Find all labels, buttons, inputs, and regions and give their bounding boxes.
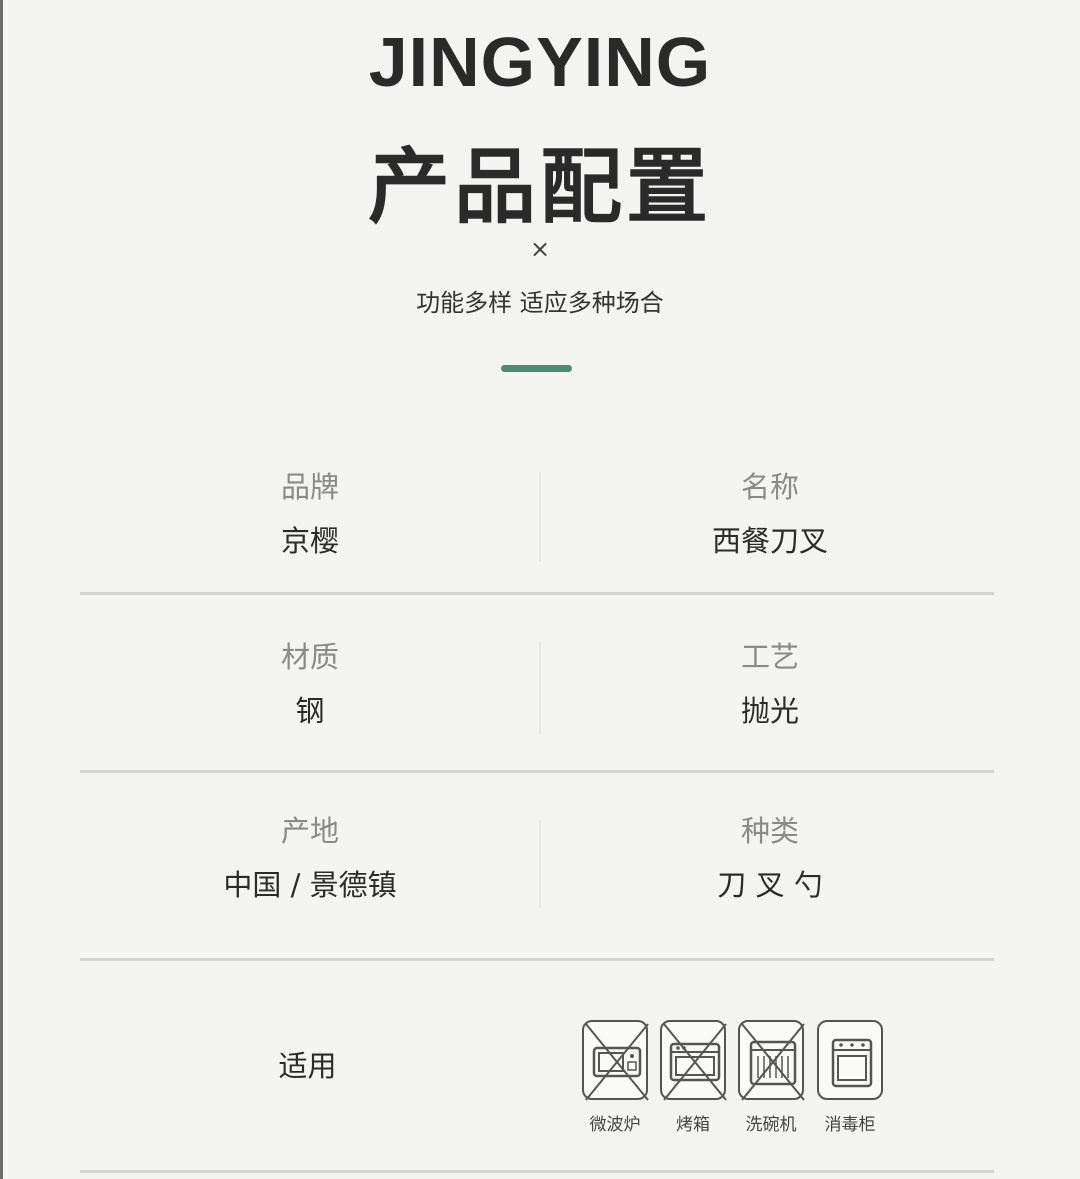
spec-material: 材质 钢 — [80, 640, 540, 728]
spec-process: 工艺 抛光 — [540, 640, 1000, 728]
separator-cross: × — [529, 235, 551, 263]
appliance-oven: 烤箱 — [658, 1020, 728, 1135]
appliance-label: 消毒柜 — [824, 1115, 876, 1135]
spec-value: 京樱 — [280, 524, 339, 558]
accent-bar — [501, 365, 572, 372]
sterilizer-cabinet-icon — [831, 1038, 873, 1088]
column-divider — [539, 642, 541, 734]
spec-label: 工艺 — [740, 640, 799, 674]
appliance-dishwasher: 洗碗机 — [736, 1020, 806, 1135]
row-divider — [80, 958, 994, 961]
spec-origin: 产地 中国 / 景德镇 — [80, 814, 540, 902]
appliance-label: 洗碗机 — [745, 1115, 797, 1135]
row-divider — [80, 770, 994, 773]
spec-value: 西餐刀叉 — [711, 524, 828, 558]
oven-icon — [663, 1023, 727, 1101]
row-divider — [80, 1170, 994, 1173]
page-title: 产品配置 — [367, 140, 712, 235]
spec-value: 刀 叉 勺 — [717, 868, 823, 902]
spec-label: 产地 — [280, 814, 339, 848]
microwave-icon — [585, 1023, 649, 1101]
spec-label: 种类 — [740, 814, 799, 848]
subtitle: 功能多样 适应多种场合 — [416, 289, 664, 317]
usage-label: 适用 — [278, 1049, 337, 1083]
column-divider — [539, 820, 541, 908]
spec-label: 材质 — [280, 640, 339, 674]
appliance-microwave: 微波炉 — [580, 1020, 650, 1135]
spec-label: 品牌 — [280, 470, 339, 504]
spec-label: 名称 — [740, 470, 799, 504]
appliance-label: 微波炉 — [589, 1115, 641, 1135]
appliance-sterilizer: 消毒柜 — [815, 1020, 885, 1135]
spec-name: 名称 西餐刀叉 — [540, 470, 1000, 558]
spec-brand: 品牌 京樱 — [80, 470, 540, 558]
brand-title: JINGYING — [368, 23, 712, 101]
appliance-label: 烤箱 — [676, 1115, 710, 1135]
spec-type: 种类 刀 叉 勺 — [540, 814, 1000, 902]
column-divider — [539, 472, 541, 562]
spec-value: 钢 — [295, 694, 325, 728]
dishwasher-icon — [741, 1023, 805, 1101]
spec-value: 抛光 — [740, 694, 799, 728]
row-divider — [80, 592, 994, 595]
spec-value: 中国 / 景德镇 — [223, 868, 397, 902]
